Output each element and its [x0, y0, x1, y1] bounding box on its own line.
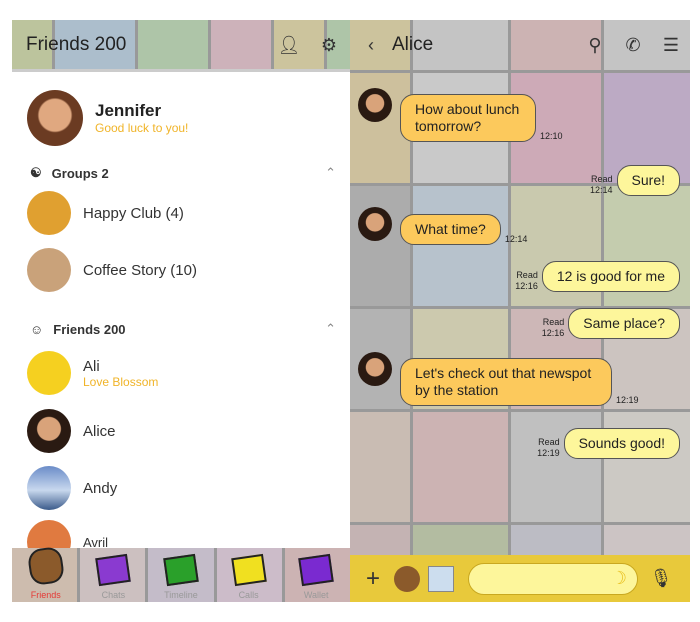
group-icon: ☯ — [30, 165, 42, 180]
read-receipt: Read — [591, 174, 613, 184]
settings-icon[interactable]: ⚙ — [316, 32, 342, 58]
read-receipt: Read — [538, 437, 560, 447]
avatar — [27, 351, 71, 395]
timeline-sticker-icon — [163, 553, 199, 587]
message-time: 12:19 — [537, 448, 560, 458]
message-time: 12:19 — [616, 395, 639, 405]
search-icon[interactable]: ⚲ — [582, 32, 608, 58]
banana-emoji-icon[interactable]: ☽ — [611, 568, 627, 589]
list-item[interactable]: Andy — [12, 466, 350, 510]
message-outgoing: Read 12:16 12 is good for me — [511, 261, 680, 292]
sticker-icon[interactable] — [394, 565, 420, 592]
add-friend-icon[interactable]: 👤︎ — [276, 32, 302, 58]
contact-avatar[interactable] — [358, 207, 392, 241]
message-time: 12:14 — [504, 234, 528, 244]
tab-wallet[interactable]: Wallet — [282, 548, 350, 602]
mic-icon[interactable]: 🎙︎ — [648, 566, 674, 592]
list-item[interactable]: Alice — [12, 409, 350, 453]
chat-panel: ‹ Alice ⚲ ✆ ☰ How about lunch tomorrow? … — [350, 20, 690, 602]
friends-panel: Friends 200 👤︎ ⚙ Jennifer Good luck to y… — [12, 20, 350, 602]
message-incoming: How about lunch tomorrow? 12:10 — [400, 94, 567, 142]
message-time: 12:16 — [541, 328, 565, 338]
person-icon: ☺ — [30, 321, 44, 337]
message-time: 12:10 — [540, 131, 563, 141]
menu-icon[interactable]: ☰ — [658, 32, 684, 58]
friend-name: Ali — [83, 357, 100, 375]
friend-name: Andy — [83, 479, 118, 497]
message-outgoing: Read 12:19 Sounds good! — [533, 428, 680, 459]
message-bubble[interactable]: What time? — [400, 214, 501, 245]
tab-label: Chats — [101, 590, 126, 600]
wallet-sticker-icon — [298, 553, 334, 587]
message-bubble[interactable]: 12 is good for me — [541, 261, 680, 292]
contact-avatar[interactable] — [358, 352, 392, 386]
message-outgoing: Read 12:14 Sure! — [586, 165, 680, 196]
message-bubble[interactable]: Sure! — [616, 165, 680, 196]
chevron-up-icon[interactable]: ⌃ — [325, 321, 336, 337]
read-receipt: Read — [542, 317, 565, 327]
message-bubble[interactable]: Sounds good! — [563, 428, 680, 459]
chevron-up-icon[interactable]: ⌃ — [325, 165, 336, 181]
message-input[interactable]: ☽ — [468, 562, 638, 595]
tab-calls[interactable]: Calls — [215, 548, 283, 602]
avatar — [27, 191, 71, 235]
group-name: Happy Club (4) — [83, 204, 184, 222]
message-bubble[interactable]: How about lunch tomorrow? — [400, 94, 536, 142]
photo-icon[interactable] — [428, 565, 454, 592]
list-item[interactable]: Coffee Story (10) — [12, 248, 350, 292]
divider — [12, 69, 350, 72]
page-title: Friends 200 — [26, 34, 127, 55]
avatar — [27, 466, 71, 510]
message-time: 12:16 — [515, 281, 538, 291]
friends-section-header[interactable]: ☺ Friends 200 ⌃ — [30, 321, 336, 337]
tab-label: Calls — [238, 590, 259, 600]
list-item[interactable]: Ali Love Blossom — [12, 351, 350, 395]
friend-status: Love Blossom — [83, 374, 159, 389]
message-bubble[interactable]: Let's check out that newspot by the stat… — [400, 358, 612, 406]
tab-label: Timeline — [164, 590, 198, 600]
chat-title: Alice — [392, 34, 434, 55]
back-icon[interactable]: ‹ — [358, 32, 384, 58]
bottom-nav: Friends Chats Timeline Calls Wallet — [12, 545, 350, 602]
tab-chats[interactable]: Chats — [80, 548, 148, 602]
message-incoming: What time? 12:14 — [400, 214, 531, 245]
chat-input-bar: + ☽ 🎙︎ — [350, 555, 690, 602]
calls-sticker-icon — [230, 553, 267, 587]
section-title: Friends 200 — [53, 321, 126, 337]
avatar — [27, 248, 71, 292]
tab-friends[interactable]: Friends — [12, 545, 80, 602]
tab-timeline[interactable]: Timeline — [147, 548, 215, 602]
message-incoming: Let's check out that newspot by the stat… — [400, 358, 643, 406]
avatar — [27, 409, 71, 453]
profile-status: Good luck to you! — [95, 121, 189, 135]
chats-sticker-icon — [95, 553, 132, 587]
friend-name: Alice — [83, 422, 116, 440]
my-profile[interactable]: Jennifer Good luck to you! — [12, 90, 350, 146]
call-icon[interactable]: ✆ — [620, 32, 646, 58]
chat-topbar: ‹ Alice ⚲ ✆ ☰ — [350, 20, 690, 70]
section-title: Groups 2 — [51, 165, 109, 181]
message-bubble[interactable]: Same place? — [568, 308, 680, 339]
message-time: 12:14 — [590, 185, 613, 195]
avatar — [27, 90, 83, 146]
tab-label: Friends — [30, 590, 61, 600]
read-receipt: Read — [516, 270, 538, 280]
tab-label: Wallet — [303, 590, 329, 600]
groups-section-header[interactable]: ☯ Groups 2 ⌃ — [30, 165, 336, 181]
profile-name: Jennifer — [95, 101, 162, 120]
message-outgoing: Read 12:16 Same place? — [538, 308, 680, 339]
group-name: Coffee Story (10) — [83, 261, 197, 279]
plus-icon[interactable]: + — [360, 565, 386, 592]
friends-topbar: Friends 200 👤︎ ⚙ — [12, 20, 350, 70]
contact-avatar[interactable] — [358, 88, 392, 122]
friends-sticker-icon — [26, 545, 66, 587]
list-item[interactable]: Happy Club (4) — [12, 191, 350, 235]
